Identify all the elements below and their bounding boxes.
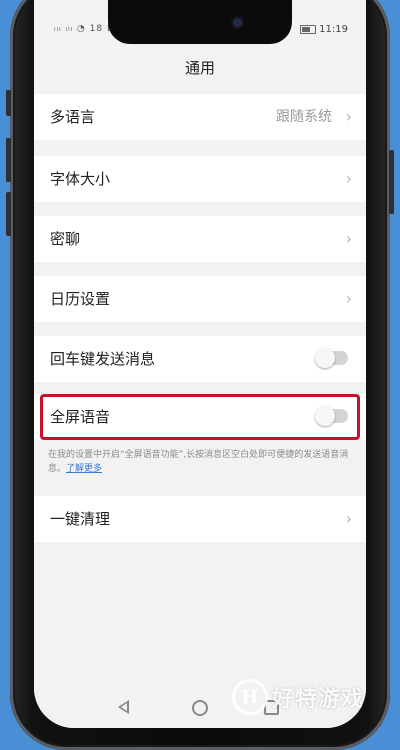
chevron-right-icon: › — [345, 509, 352, 528]
fullscreen-voice-hint: 在我的设置中开启“全屏语音功能”,长按消息区空白处即可便捷的发送语音消息。了解更… — [48, 448, 352, 476]
chevron-right-icon: › — [345, 289, 352, 308]
settings-row-language[interactable]: 多语言 跟随系统 › — [34, 94, 366, 140]
screen: ᵢₗₗ ᵢₗₗ ◔ 18 B/s 11:19 通用 多语言 跟随系统 › 字体大… — [34, 0, 366, 728]
chevron-right-icon: › — [345, 107, 352, 126]
watermark-logo-icon: H — [232, 679, 268, 715]
learn-more-link[interactable]: 了解更多 — [66, 464, 102, 474]
watermark: H 好特游戏 — [232, 675, 364, 719]
page-title: 通用 — [184, 59, 215, 77]
enter-to-send-label: 回车键发送消息 — [50, 350, 156, 368]
back-triangle-icon[interactable] — [118, 700, 129, 714]
status-right: 11:19 — [300, 24, 348, 35]
battery-icon — [300, 24, 317, 34]
language-label: 多语言 — [50, 108, 96, 126]
status-time: 11:19 — [319, 24, 348, 35]
camera-icon — [233, 18, 242, 27]
enter-to-send-toggle[interactable] — [315, 348, 348, 368]
private-chat-label: 密聊 — [50, 230, 81, 248]
settings-row-private-chat[interactable]: 密聊 › — [34, 216, 366, 262]
font-size-label: 字体大小 — [50, 170, 111, 188]
volume-up-button — [6, 138, 11, 182]
side-button — [389, 150, 394, 214]
chevron-right-icon: › — [345, 229, 352, 248]
calendar-label: 日历设置 — [50, 290, 111, 308]
phone-frame: ᵢₗₗ ᵢₗₗ ◔ 18 B/s 11:19 通用 多语言 跟随系统 › 字体大… — [0, 0, 400, 750]
highlight-annotation — [40, 394, 360, 440]
watermark-text: 好特游戏 — [272, 687, 365, 712]
chevron-right-icon: › — [345, 169, 352, 188]
settings-row-one-click-clean[interactable]: 一键清理 › — [34, 496, 366, 542]
toggle-knob — [315, 348, 335, 368]
volume-down-button — [6, 192, 11, 236]
language-value: 跟随系统 — [276, 109, 332, 125]
settings-row-font-size[interactable]: 字体大小 › — [34, 156, 366, 202]
one-click-clean-label: 一键清理 — [50, 510, 111, 528]
home-circle-icon[interactable] — [192, 700, 208, 716]
power-button — [6, 90, 11, 116]
settings-row-enter-to-send: 回车键发送消息 — [34, 336, 366, 382]
settings-row-calendar[interactable]: 日历设置 › — [34, 276, 366, 322]
notch — [108, 0, 292, 44]
